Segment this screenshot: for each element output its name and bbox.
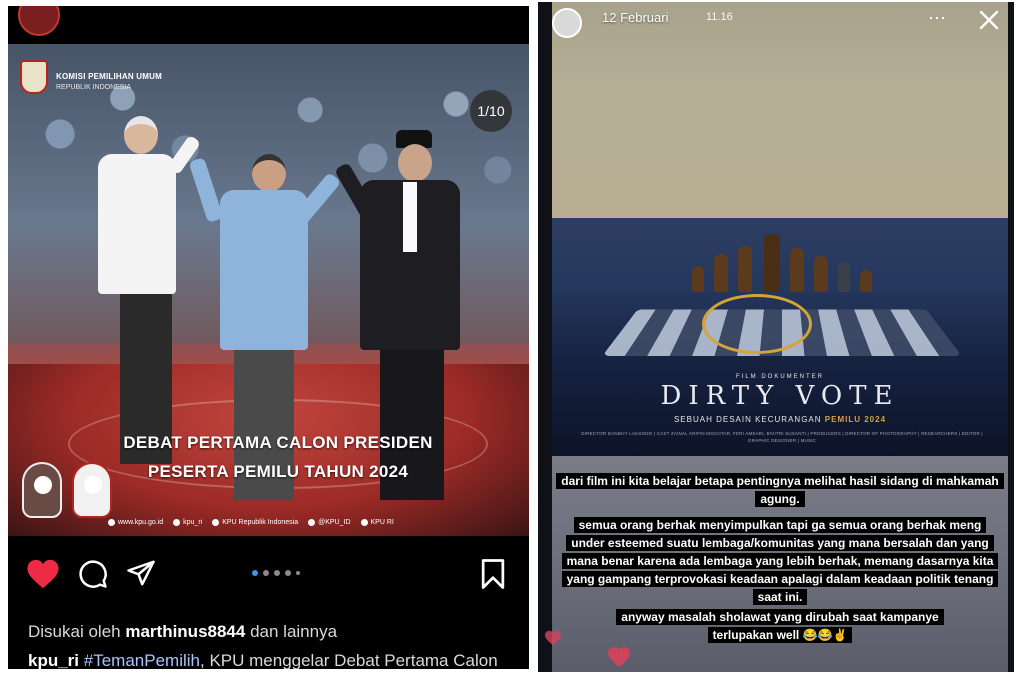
kpu-logo: [20, 60, 48, 94]
close-icon[interactable]: [974, 5, 1004, 35]
instagram-post: KOMISI PEMILIHAN UMUM REPUBLIK INDONESIA…: [8, 6, 529, 669]
org-subtitle: REPUBLIK INDONESIA: [56, 84, 132, 91]
story-date: 12 Februari: [602, 10, 669, 25]
slide-counter: 1/10: [470, 90, 512, 132]
debate-title: DEBAT PERTAMA CALON PRESIDEN PESERTA PEM…: [78, 428, 478, 486]
like-heart-icon[interactable]: [26, 558, 60, 590]
carousel-dot: [263, 570, 269, 576]
story-text-3: anyway masalah sholawat yang dirubah saa…: [552, 608, 1008, 644]
candidate-2-head: [252, 154, 286, 192]
story-time: 11.16: [706, 11, 733, 23]
social-links: www.kpu.go.id kpu_ri KPU Republik Indone…: [108, 519, 394, 526]
floating-heart-icon: [545, 630, 561, 646]
post-header: [8, 6, 529, 44]
share-send-icon[interactable]: [126, 558, 156, 588]
carousel-dot: [296, 571, 300, 575]
story-text-2: semua orang berhak menyimpulkan tapi ga …: [552, 516, 1008, 606]
social-website: www.kpu.go.id: [108, 519, 163, 526]
candidate-1-body: [98, 154, 176, 294]
film-subtitle-accent: PEMILU 2024: [824, 415, 887, 424]
save-bookmark-icon[interactable]: [480, 558, 506, 590]
debate-title-line-2: PESERTA PEMILU TAHUN 2024: [147, 462, 409, 481]
social-facebook: KPU Republik Indonesia: [212, 519, 298, 526]
carousel-dot-active: [252, 570, 258, 576]
likes-prefix: Disukai oleh: [28, 622, 121, 641]
instagram-story: 12 Februari 11.16 ⋯ FILM DOKUMENTER DIRT…: [538, 2, 1014, 672]
profile-avatar[interactable]: [18, 6, 60, 36]
likes-suffix[interactable]: dan lainnya: [250, 622, 337, 641]
social-instagram: kpu_ri: [173, 519, 202, 526]
film-title: DIRTY VOTE: [660, 381, 900, 411]
candidate-3-shirt: [403, 182, 417, 252]
mascot-right: [72, 462, 112, 518]
comment-icon[interactable]: [78, 559, 108, 589]
film-poster: FILM DOKUMENTER DIRTY VOTE SEBUAH DESAIN…: [552, 218, 1008, 456]
carousel-dot: [285, 570, 291, 576]
candidate-1-head: [124, 116, 158, 154]
story-text-2-content: semua orang berhak menyimpulkan tapi ga …: [561, 517, 999, 605]
candidate-2-body: [220, 190, 308, 350]
story-avatar[interactable]: [552, 8, 582, 38]
story-bottom-background: dari film ini kita belajar betapa pentin…: [552, 456, 1008, 672]
story-text-1-content: dari film ini kita belajar betapa pentin…: [556, 473, 1004, 507]
org-name: KOMISI PEMILIHAN UMUM: [56, 72, 162, 81]
film-label: FILM DOKUMENTER: [735, 374, 824, 380]
liked-by-user[interactable]: marthinus8844: [125, 622, 245, 641]
story-text-1: dari film ini kita belajar betapa pentin…: [552, 472, 1008, 508]
film-credits: DIRECTOR DANDHY LAKSONO | CAST ZAINAL AR…: [581, 431, 983, 443]
mascot-left: [22, 462, 62, 518]
story-text-3-content: anyway masalah sholawat yang dirubah saa…: [616, 609, 944, 643]
debate-title-line-1: DEBAT PERTAMA CALON PRESIDEN: [123, 433, 433, 452]
post-actions: [8, 554, 529, 594]
post-image[interactable]: KOMISI PEMILIHAN UMUM REPUBLIK INDONESIA…: [8, 44, 529, 536]
candidate-3-head: [398, 144, 432, 182]
post-caption: kpu_ri #TemanPemilih, KPU menggelar Deba…: [28, 651, 498, 669]
more-options-icon[interactable]: ⋯: [928, 8, 947, 29]
garuda-emblem: [702, 294, 812, 354]
caption-hashtag[interactable]: #TemanPemilih: [84, 651, 200, 669]
floating-heart-icon: [608, 647, 630, 667]
carousel-indicator: [252, 570, 300, 576]
story-top-background: [552, 2, 1008, 218]
carousel-dot: [274, 570, 280, 576]
film-subtitle-text: SEBUAH DESAIN KECURANGAN: [673, 415, 822, 424]
caption-username[interactable]: kpu_ri: [28, 651, 79, 669]
likes-summary: Disukai oleh marthinus8844 dan lainnya: [28, 622, 337, 642]
caption-text: , KPU menggelar Debat Pertama Calon: [200, 651, 498, 669]
film-subtitle: SEBUAH DESAIN KECURANGAN PEMILU 2024: [552, 415, 1008, 424]
social-twitter: @KPU_ID: [308, 519, 350, 526]
social-youtube: KPU RI: [361, 519, 394, 526]
chess-pieces: [672, 232, 892, 292]
